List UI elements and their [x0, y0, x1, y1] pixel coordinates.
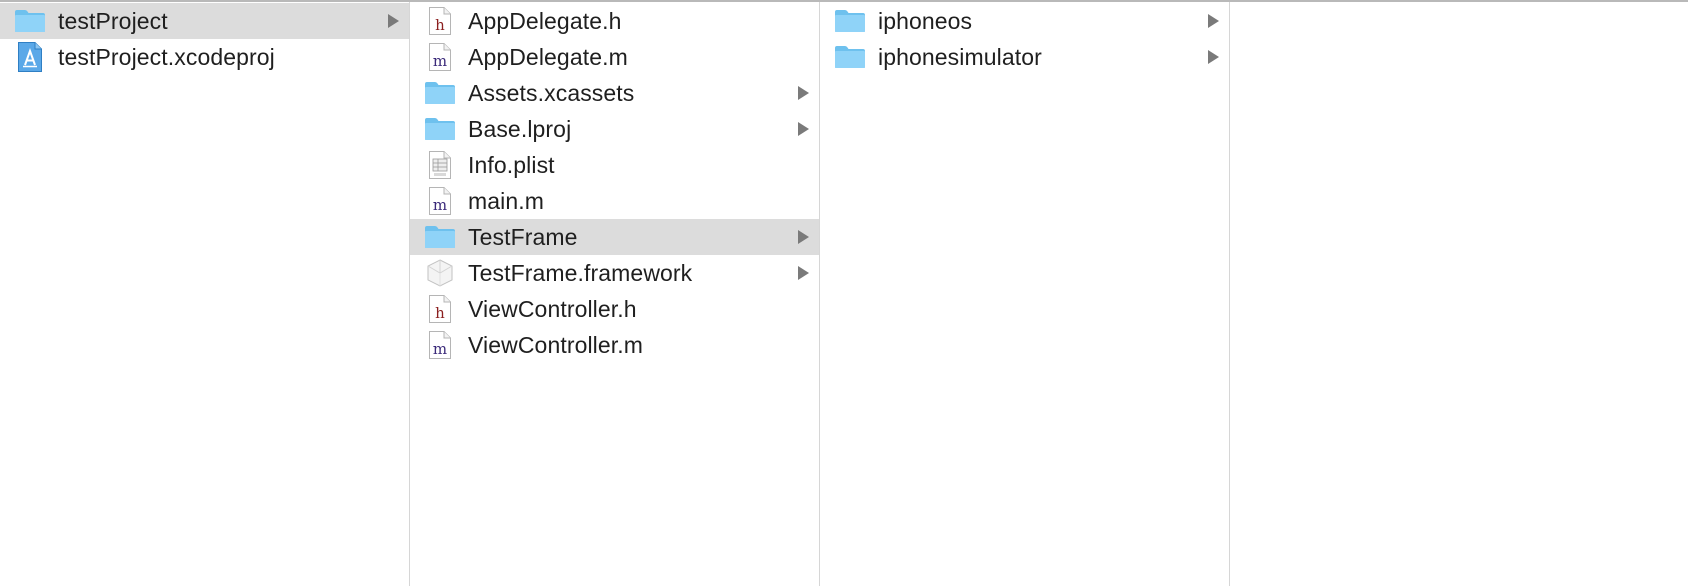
file-item-main-m[interactable]: m main.m [410, 183, 819, 219]
disclosure-arrow-icon[interactable] [798, 266, 809, 280]
header-file-icon: h [422, 291, 458, 327]
objc-file-icon: m [422, 39, 458, 75]
disclosure-arrow-icon[interactable] [1208, 14, 1219, 28]
file-item-label: testProject.xcodeproj [58, 43, 275, 70]
file-item-viewcontroller-m[interactable]: m ViewController.m [410, 327, 819, 363]
folder-icon [422, 75, 458, 111]
file-item-appdelegate-m[interactable]: m AppDelegate.m [410, 39, 819, 75]
column-3[interactable]: iphoneos iphonesimulator [820, 2, 1230, 586]
objc-file-icon: m [422, 327, 458, 363]
svg-text:m: m [433, 340, 447, 358]
column-browser: testProject testProject.xcodeproj h AppDel… [0, 0, 1688, 586]
file-item-label: Assets.xcassets [468, 79, 635, 106]
folder-icon [832, 39, 868, 75]
folder-icon [422, 111, 458, 147]
file-item-iphonesimulator[interactable]: iphonesimulator [820, 39, 1229, 75]
file-item-label: ViewController.m [468, 331, 644, 358]
disclosure-arrow-icon[interactable] [798, 86, 809, 100]
svg-text:m: m [433, 196, 447, 214]
file-item-info-plist[interactable]: Info.plist [410, 147, 819, 183]
file-item-assets-xcassets[interactable]: Assets.xcassets [410, 75, 819, 111]
folder-icon [422, 219, 458, 255]
plist-file-icon [422, 147, 458, 183]
header-file-icon: h [422, 3, 458, 39]
disclosure-arrow-icon[interactable] [388, 14, 399, 28]
svg-text:m: m [433, 52, 447, 70]
file-item-label: testProject [58, 7, 168, 34]
file-item-label: AppDelegate.h [468, 7, 622, 34]
file-item-base-lproj[interactable]: Base.lproj [410, 111, 819, 147]
file-item-testframe-framework[interactable]: TestFrame.framework [410, 255, 819, 291]
file-item-label: AppDelegate.m [468, 43, 628, 70]
folder-icon [12, 3, 48, 39]
file-item-viewcontroller-h[interactable]: h ViewController.h [410, 291, 819, 327]
file-item-testproject[interactable]: testProject [0, 3, 409, 39]
file-item-label: TestFrame.framework [468, 259, 693, 286]
file-item-testframe[interactable]: TestFrame [410, 219, 819, 255]
file-item-label: ViewController.h [468, 295, 637, 322]
disclosure-arrow-icon[interactable] [798, 122, 809, 136]
objc-file-icon: m [422, 183, 458, 219]
file-item-label: TestFrame [468, 223, 578, 250]
svg-text:h: h [435, 16, 445, 34]
column-2[interactable]: h AppDelegate.h m AppDelegate.m Assets.xcass… [410, 2, 820, 586]
file-item-appdelegate-h[interactable]: h AppDelegate.h [410, 3, 819, 39]
file-item-label: Base.lproj [468, 115, 572, 142]
xcodeproj-icon [12, 39, 48, 75]
folder-icon [832, 3, 868, 39]
file-item-iphoneos[interactable]: iphoneos [820, 3, 1229, 39]
file-item-label: iphoneos [878, 7, 973, 34]
column-1[interactable]: testProject testProject.xcodeproj [0, 2, 410, 586]
column-4[interactable] [1230, 2, 1688, 586]
framework-icon [422, 255, 458, 291]
file-item-label: iphonesimulator [878, 43, 1042, 70]
disclosure-arrow-icon[interactable] [798, 230, 809, 244]
file-item-label: Info.plist [468, 151, 555, 178]
svg-text:h: h [435, 304, 445, 322]
file-item-label: main.m [468, 187, 545, 214]
file-item-testproject-xcodeproj[interactable]: testProject.xcodeproj [0, 39, 409, 75]
disclosure-arrow-icon[interactable] [1208, 50, 1219, 64]
